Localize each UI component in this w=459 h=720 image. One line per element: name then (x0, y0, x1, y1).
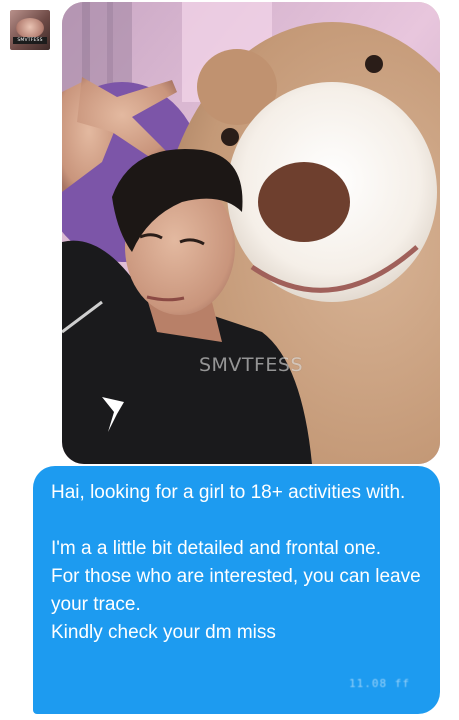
message-timestamp: 11.08 ff (349, 677, 410, 690)
message-line: I'm a a little bit detailed and frontal … (51, 538, 381, 559)
message-line: Kindly check your dm miss (51, 622, 276, 643)
sender-avatar[interactable]: SMVTFESS (10, 10, 50, 50)
photo-illustration (62, 2, 440, 464)
message-photo[interactable]: SMVTFESS (62, 2, 440, 464)
photo-watermark: SMVTFESS (198, 354, 304, 376)
message-paragraph: Hai, looking for a girl to 18+ activitie… (51, 482, 406, 503)
message-line: For those who are interested, you can le… (51, 566, 421, 615)
message-bubble[interactable]: Hai, looking for a girl to 18+ activitie… (33, 466, 440, 714)
avatar-tag: SMVTFESS (13, 37, 47, 44)
avatar-face-icon (16, 18, 44, 38)
dm-conversation-view: SMVTFESS SMVTFESS Hai, looking for a gir… (0, 0, 459, 720)
